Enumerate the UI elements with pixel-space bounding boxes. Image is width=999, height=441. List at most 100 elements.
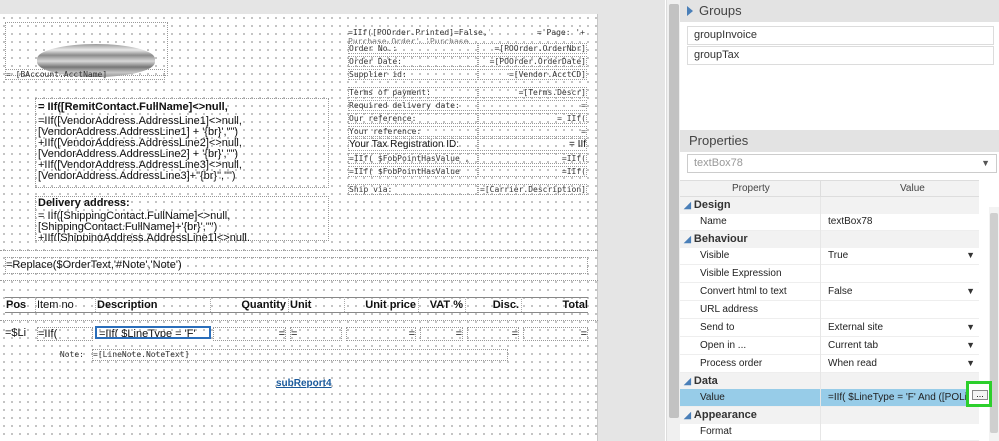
col-unit-price: Unit price	[365, 299, 416, 311]
chevron-down-icon[interactable]: ▼	[966, 250, 975, 260]
row-total-field[interactable]: =	[523, 327, 588, 341]
object-selector[interactable]: textBox78 ▼	[687, 154, 997, 173]
order-no-field[interactable]: =[POOrder.OrderNbr]	[478, 43, 587, 54]
category-behaviour[interactable]: ◢ Behaviour	[680, 231, 979, 248]
property-row-convert-html[interactable]: Convert html to text False ▼	[680, 283, 979, 301]
chevron-down-icon[interactable]: ▼	[966, 340, 975, 350]
property-name: Value	[700, 392, 725, 403]
ellipsis-icon[interactable]: ...	[972, 390, 988, 400]
fob-point-field-2[interactable]: =IIf(	[478, 166, 587, 177]
property-name: Send to	[700, 322, 735, 333]
property-row-process-order[interactable]: Process order When read ▼	[680, 355, 979, 373]
property-row-open-in[interactable]: Open in ... Current tab ▼	[680, 337, 979, 355]
fob-point-label-2[interactable]: =IIf( $FobPointHasValue	[348, 166, 478, 177]
remit-name-field[interactable]: = IIf([RemitContact.FullName]<>null,	[38, 101, 228, 113]
terms-label[interactable]: Terms of payment:	[348, 87, 478, 98]
row-description-field-selected[interactable]: =IIf( $LineType = 'F'	[95, 326, 211, 339]
expression-editor-button[interactable]: ...	[966, 381, 992, 407]
collapse-icon[interactable]: ◢	[684, 376, 691, 386]
collapse-icon[interactable]: ◢	[684, 200, 691, 210]
chevron-down-icon[interactable]: ▼	[966, 322, 975, 332]
your-reference-field[interactable]: =	[478, 126, 587, 137]
group-item-invoice[interactable]: groupInvoice	[687, 26, 994, 45]
property-grid-header: Property Value	[680, 180, 979, 197]
note-text-field[interactable]: =[LineNote.NoteText]	[92, 349, 508, 361]
property-row-format[interactable]: Format	[680, 423, 979, 441]
terms-field[interactable]: =[Terms.Descr]	[478, 87, 587, 98]
acct-name-field[interactable]: = [BAccount.AcctName]	[5, 69, 165, 80]
column-divider	[344, 297, 345, 312]
ship-via-field[interactable]: =[Carrier.Description]	[478, 184, 587, 195]
category-appearance-label: Appearance	[693, 409, 757, 421]
property-value[interactable]: When read	[828, 355, 978, 372]
property-row-send-to[interactable]: Send to External site ▼	[680, 319, 979, 337]
property-row-visible[interactable]: Visible True ▼	[680, 247, 979, 265]
report-page[interactable]: = [BAccount.AcctName] = IIf([RemitContac…	[0, 14, 598, 441]
property-row-url-address[interactable]: URL address	[680, 301, 979, 319]
required-delivery-label[interactable]: Required delivery date:	[348, 100, 478, 111]
row-vat-field[interactable]: =	[420, 327, 463, 341]
column-divider	[820, 181, 821, 197]
column-divider	[521, 297, 522, 312]
property-value[interactable]: False	[828, 283, 978, 300]
fob-point-field-1[interactable]: =IIf(	[478, 153, 587, 164]
category-appearance[interactable]: ◢ Appearance	[680, 407, 979, 424]
property-row-value[interactable]: Value =IIf( $LineType = 'F' And ([POLine	[680, 389, 979, 407]
canvas-scrollbar-thumb[interactable]	[669, 4, 679, 418]
order-no-label[interactable]: Order No.:	[348, 43, 478, 54]
canvas-scrollbar[interactable]	[666, 0, 680, 441]
category-data[interactable]: ◢ Data	[680, 373, 979, 390]
supplier-id-field[interactable]: =[Vendor.AcctCD]	[478, 69, 587, 80]
report-designer-canvas[interactable]: = [BAccount.AcctName] = IIf([RemitContac…	[0, 0, 665, 441]
expand-arrow-icon[interactable]	[687, 6, 693, 16]
groups-header[interactable]: Groups	[680, 0, 999, 22]
row-unit-field[interactable]: =	[290, 327, 342, 341]
tax-registration-field[interactable]: = IIf	[478, 138, 587, 151]
page-number-field[interactable]: ='Page: '+	[497, 28, 585, 37]
collapse-icon[interactable]: ◢	[684, 234, 691, 244]
subreport-link[interactable]: subReport4	[276, 378, 332, 389]
printed-title-field[interactable]: =IIf([POOrder.Printed]=False,'	[348, 28, 490, 37]
category-design[interactable]: ◢ Design	[680, 197, 979, 214]
chevron-down-icon[interactable]: ▼	[966, 358, 975, 368]
row-unit-price-field[interactable]: =	[346, 327, 416, 341]
property-value[interactable]: True	[828, 247, 978, 264]
chevron-down-icon[interactable]: ▼	[981, 155, 990, 172]
group-item-tax[interactable]: groupTax	[687, 46, 994, 65]
property-name: Name	[700, 216, 727, 227]
col-value-header: Value	[900, 183, 925, 194]
row-item-field[interactable]: =IIf(	[37, 327, 93, 341]
row-pos-field[interactable]: =$Li	[5, 327, 33, 339]
your-reference-label[interactable]: Your reference:	[348, 126, 478, 137]
our-reference-field[interactable]: = IIf(	[478, 113, 587, 124]
property-value[interactable]: =IIf( $LineType = 'F' And ([POLine	[828, 389, 966, 406]
property-row-visible-expression[interactable]: Visible Expression	[680, 265, 979, 283]
order-text-field[interactable]: =Replace($OrderText,'#Note','Note')	[5, 257, 588, 274]
ship-via-label[interactable]: Ship via:	[348, 184, 478, 195]
property-value[interactable]: textBox78	[828, 213, 978, 230]
row-disc-field[interactable]: =	[467, 327, 519, 341]
row-quantity-field[interactable]: =	[213, 327, 286, 341]
order-date-label[interactable]: Order Date:	[348, 56, 478, 67]
chevron-down-icon[interactable]: ▼	[966, 286, 975, 296]
object-selector-value: textBox78	[694, 157, 743, 169]
property-value[interactable]: Current tab	[828, 337, 978, 354]
supplier-id-label[interactable]: Supplier id:	[348, 69, 478, 80]
collapse-icon[interactable]: ◢	[684, 410, 691, 420]
delivery-line-3[interactable]: +IIf([ShippingAddress.AddressLine1]<>nul…	[38, 232, 250, 241]
address-line-6[interactable]: [VendorAddress.AddressLine3]+"{br}","")	[38, 170, 236, 182]
column-divider	[465, 297, 466, 312]
our-reference-label[interactable]: Our reference:	[348, 113, 478, 124]
tax-registration-label[interactable]: Your Tax Registration ID:	[348, 138, 478, 151]
property-value[interactable]: External site	[828, 319, 978, 336]
property-grid[interactable]: Property Value ◢ Design Name textBox78 ◢ Be…	[680, 180, 979, 441]
section-divider	[0, 320, 598, 321]
column-divider	[35, 297, 36, 312]
property-name: Format	[700, 426, 732, 437]
property-row-name[interactable]: Name textBox78	[680, 213, 979, 231]
table-header-bottom-line	[5, 312, 588, 313]
order-date-field[interactable]: =[POOrder.OrderDate]	[478, 56, 587, 67]
fob-point-label-1[interactable]: =IIf( $FobPointHasValue ,	[348, 153, 478, 164]
required-delivery-field[interactable]: =	[478, 100, 587, 111]
note-label[interactable]: Note:	[30, 350, 84, 361]
